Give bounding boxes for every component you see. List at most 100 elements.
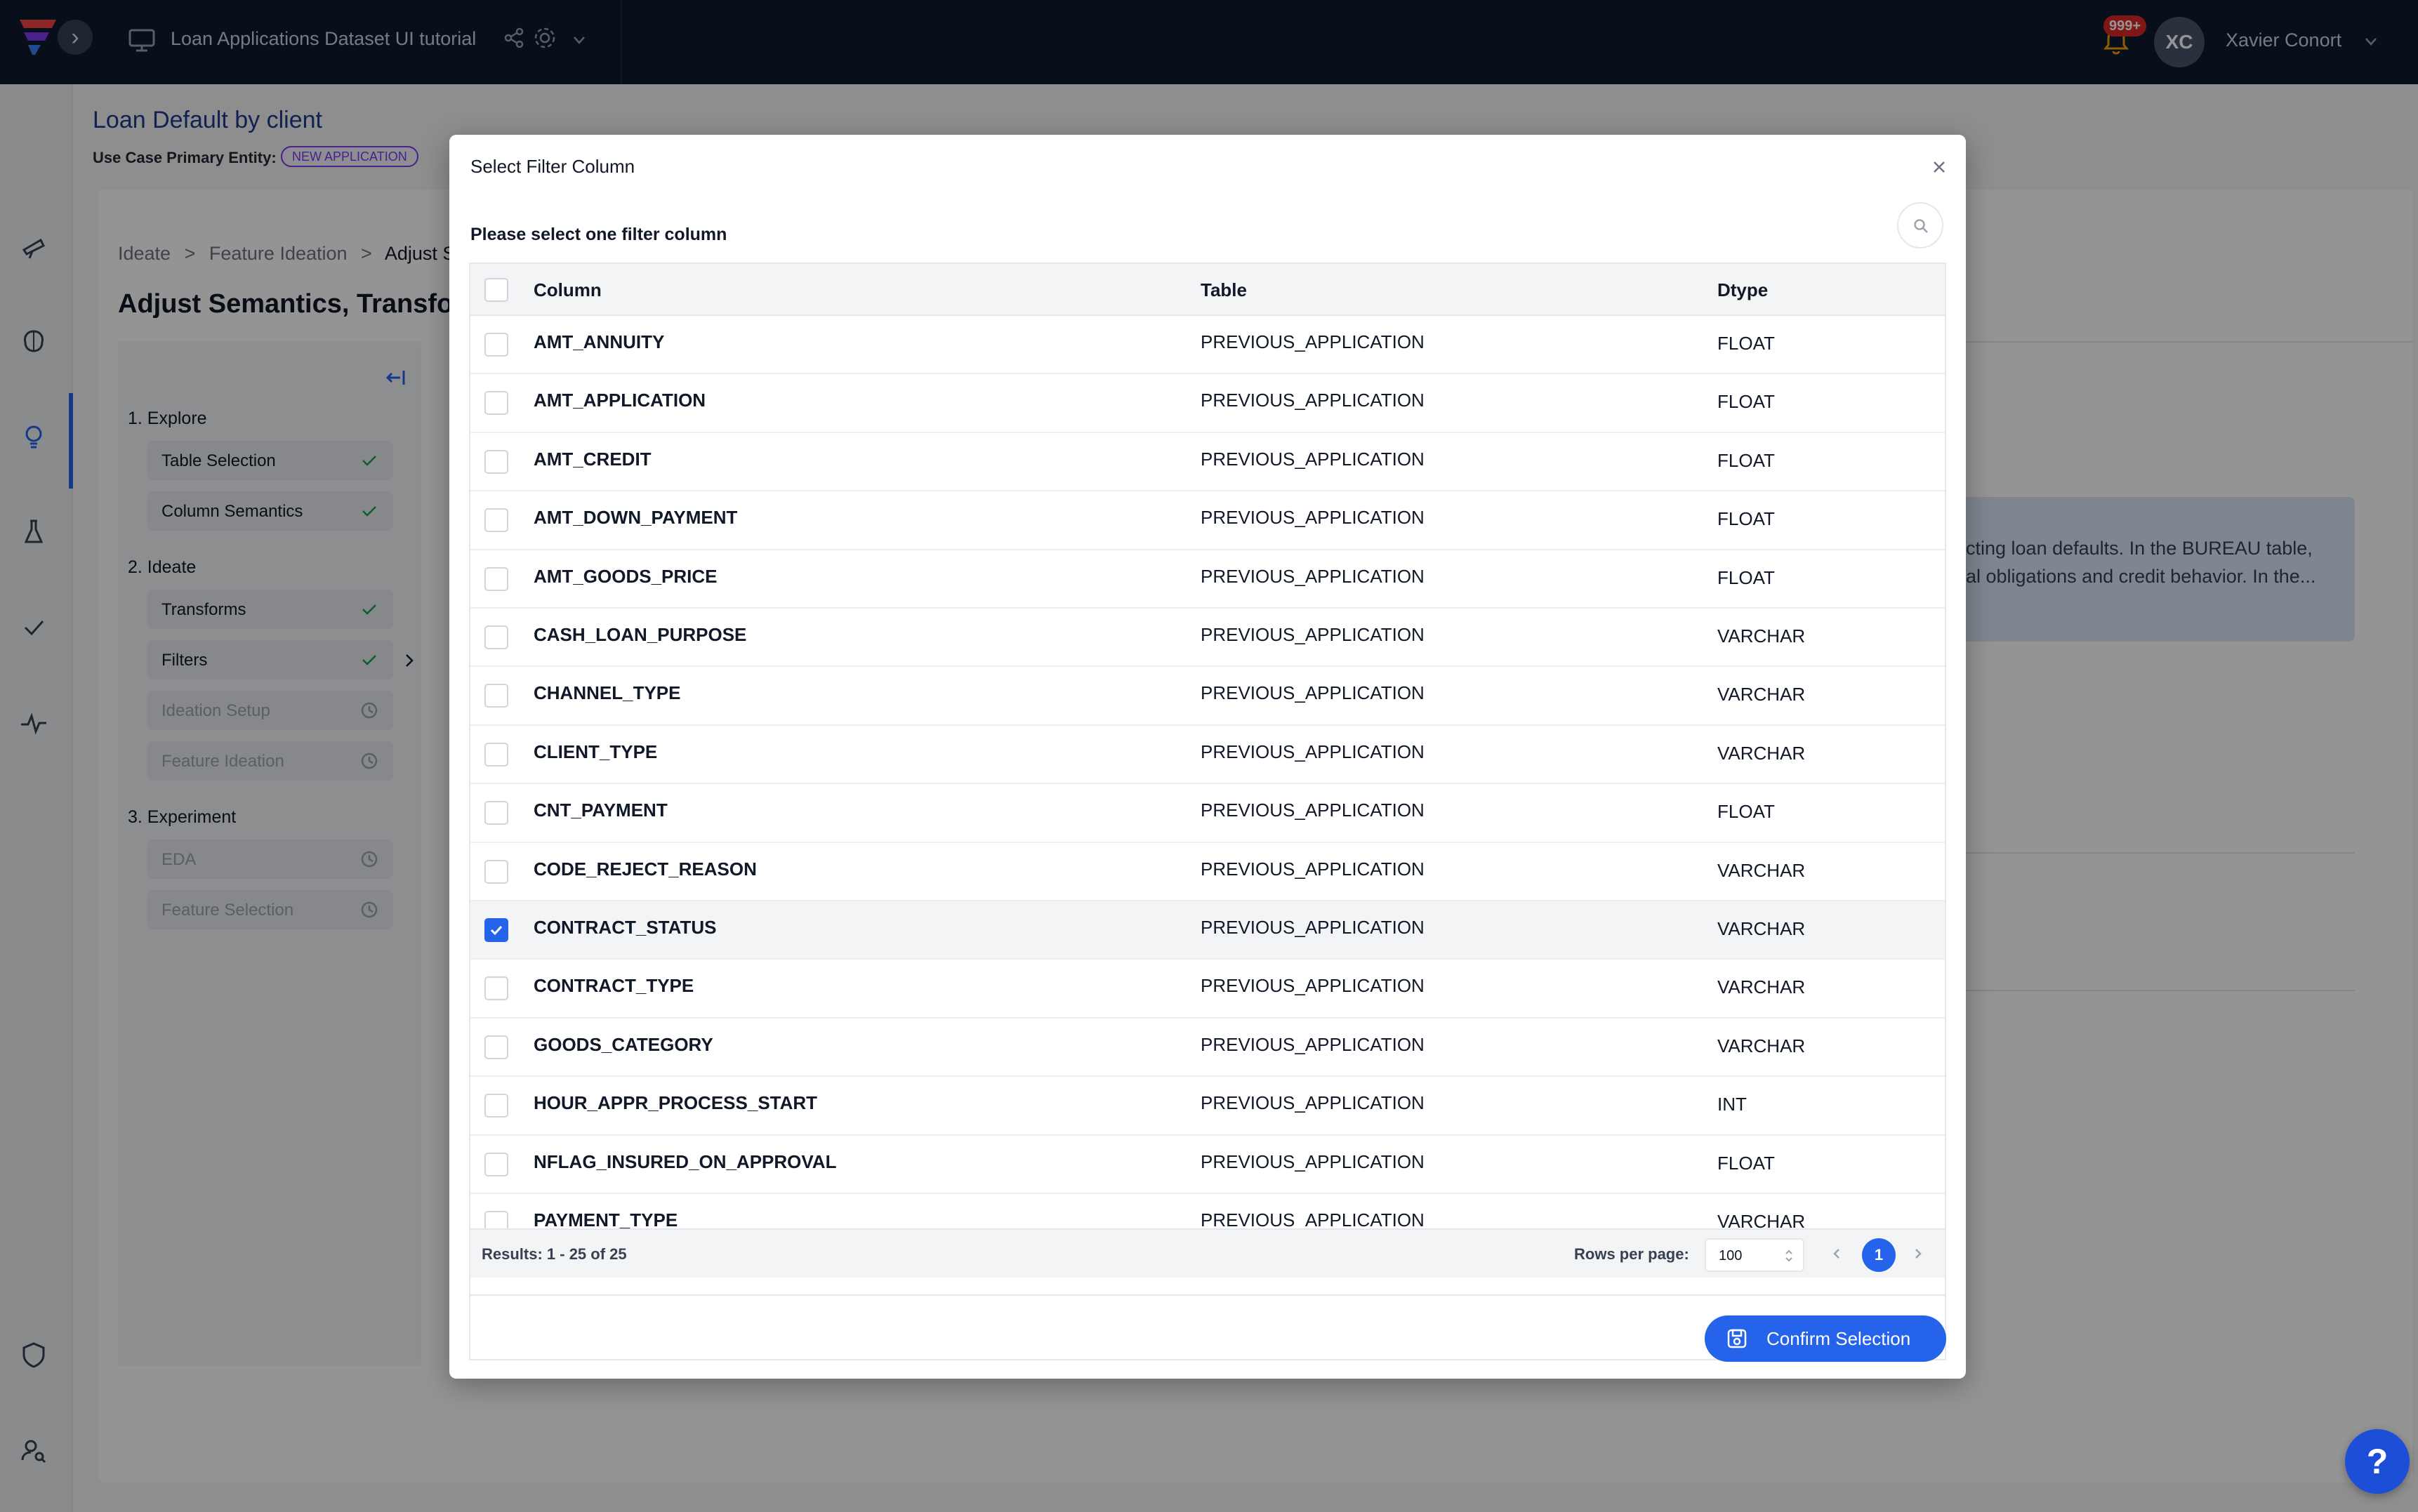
table-row[interactable]: GOODS_CATEGORY PREVIOUS_APPLICATION VARCHA… <box>470 1018 1945 1077</box>
confirm-selection-label: Confirm Selection <box>1766 1328 1911 1349</box>
cell-column-name: CONTRACT_TYPE <box>534 975 694 997</box>
chevron-right-icon[interactable] <box>1910 1245 1927 1262</box>
row-checkbox[interactable] <box>484 742 508 767</box>
cell-column-name: GOODS_CATEGORY <box>534 1033 713 1055</box>
cell-table-name: PREVIOUS_APPLICATION <box>1201 1209 1425 1228</box>
table-row[interactable]: HOUR_APPR_PROCESS_START PREVIOUS_APPLICAT… <box>470 1077 1945 1136</box>
cell-dtype: VARCHAR <box>1717 742 1806 764</box>
cell-table-name: PREVIOUS_APPLICATION <box>1201 624 1425 645</box>
cell-table-name: PREVIOUS_APPLICATION <box>1201 682 1425 704</box>
cell-column-name: CLIENT_TYPE <box>534 741 658 762</box>
modal-divider <box>469 1294 1946 1296</box>
table-row[interactable]: CASH_LOAN_PURPOSE PREVIOUS_APPLICATION VAR… <box>470 609 1945 668</box>
table-row[interactable]: AMT_GOODS_PRICE PREVIOUS_APPLICATION FLOAT <box>470 550 1945 609</box>
chevron-left-icon[interactable] <box>1828 1245 1845 1262</box>
table-row[interactable]: CLIENT_TYPE PREVIOUS_APPLICATION VARCHAR <box>470 725 1945 785</box>
table-row[interactable]: CNT_PAYMENT PREVIOUS_APPLICATION FLOAT <box>470 784 1945 843</box>
cell-column-name: NFLAG_INSURED_ON_APPROVAL <box>534 1150 837 1172</box>
header-column[interactable]: Column <box>534 279 602 301</box>
row-checkbox[interactable] <box>484 625 508 649</box>
cell-dtype: FLOAT <box>1717 508 1775 530</box>
cell-column-name: AMT_CREDIT <box>534 448 652 470</box>
row-checkbox[interactable] <box>484 1035 508 1059</box>
cell-dtype: VARCHAR <box>1717 1211 1806 1228</box>
cell-table-name: PREVIOUS_APPLICATION <box>1201 741 1425 762</box>
row-checkbox[interactable] <box>484 1211 508 1228</box>
header-dtype[interactable]: Dtype <box>1717 279 1768 301</box>
row-checkbox[interactable] <box>484 449 508 474</box>
cell-dtype: FLOAT <box>1717 449 1775 471</box>
help-button[interactable]: ? <box>2345 1429 2410 1494</box>
modal-subtitle: Please select one filter column <box>470 225 727 244</box>
header-table[interactable]: Table <box>1201 279 1247 301</box>
table-row[interactable]: CODE_REJECT_REASON PREVIOUS_APPLICATION VA… <box>470 842 1945 901</box>
cell-column-name: PAYMENT_TYPE <box>534 1209 678 1228</box>
row-checkbox[interactable] <box>484 566 508 591</box>
cell-dtype: FLOAT <box>1717 391 1775 413</box>
cell-table-name: PREVIOUS_APPLICATION <box>1201 858 1425 880</box>
row-checkbox[interactable] <box>484 333 508 357</box>
row-checkbox[interactable] <box>484 1152 508 1176</box>
rows-per-page-value: 100 <box>1719 1248 1743 1264</box>
close-icon[interactable] <box>1929 157 1949 177</box>
cell-table-name: PREVIOUS_APPLICATION <box>1201 800 1425 821</box>
cell-dtype: VARCHAR <box>1717 859 1806 881</box>
cell-table-name: PREVIOUS_APPLICATION <box>1201 331 1425 352</box>
cell-dtype: VARCHAR <box>1717 1035 1806 1056</box>
row-checkbox[interactable] <box>484 918 508 942</box>
table-row[interactable]: CHANNEL_TYPE PREVIOUS_APPLICATION VARCHAR <box>470 667 1945 726</box>
row-checkbox[interactable] <box>484 801 508 825</box>
cell-column-name: HOUR_APPR_PROCESS_START <box>534 1092 818 1114</box>
table-row[interactable]: PAYMENT_TYPE PREVIOUS_APPLICATION VARCHAR <box>470 1194 1945 1228</box>
cell-table-name: PREVIOUS_APPLICATION <box>1201 1092 1425 1114</box>
cell-table-name: PREVIOUS_APPLICATION <box>1201 975 1425 997</box>
table-footer: Results: 1 - 25 of 25 Rows per page: 100… <box>470 1228 1945 1278</box>
cell-table-name: PREVIOUS_APPLICATION <box>1201 390 1425 411</box>
table-body: AMT_ANNUITY PREVIOUS_APPLICATION FLOAT AMT_… <box>470 316 1945 1228</box>
table-row[interactable]: AMT_DOWN_PAYMENT PREVIOUS_APPLICATION FLOA… <box>470 491 1945 550</box>
table-row[interactable]: AMT_CREDIT PREVIOUS_APPLICATION FLOAT <box>470 432 1945 492</box>
cell-table-name: PREVIOUS_APPLICATION <box>1201 565 1425 587</box>
cell-table-name: PREVIOUS_APPLICATION <box>1201 1033 1425 1055</box>
row-checkbox[interactable] <box>484 976 508 1001</box>
cell-column-name: AMT_DOWN_PAYMENT <box>534 507 738 529</box>
row-checkbox[interactable] <box>484 1094 508 1118</box>
row-checkbox[interactable] <box>484 508 508 533</box>
select-all-checkbox[interactable] <box>484 278 508 302</box>
cell-dtype: VARCHAR <box>1717 918 1806 939</box>
cell-column-name: AMT_ANNUITY <box>534 331 665 352</box>
results-count: Results: 1 - 25 of 25 <box>482 1245 627 1263</box>
cell-column-name: CASH_LOAN_PURPOSE <box>534 624 747 645</box>
cell-column-name: CONTRACT_STATUS <box>534 917 717 938</box>
cell-column-name: CNT_PAYMENT <box>534 800 668 821</box>
cell-table-name: PREVIOUS_APPLICATION <box>1201 507 1425 529</box>
confirm-selection-button[interactable]: Confirm Selection <box>1705 1315 1946 1362</box>
table-row[interactable]: NFLAG_INSURED_ON_APPROVAL PREVIOUS_APPLIC… <box>470 1135 1945 1194</box>
cell-dtype: FLOAT <box>1717 801 1775 823</box>
checkmark-icon <box>490 925 503 936</box>
search-button[interactable] <box>1897 202 1943 248</box>
cell-dtype: FLOAT <box>1717 566 1775 588</box>
cell-table-name: PREVIOUS_APPLICATION <box>1201 917 1425 938</box>
row-checkbox[interactable] <box>484 391 508 416</box>
cell-column-name: AMT_APPLICATION <box>534 390 706 411</box>
cell-dtype: INT <box>1717 1094 1747 1115</box>
cell-column-name: CHANNEL_TYPE <box>534 682 681 704</box>
cell-dtype: VARCHAR <box>1717 976 1806 998</box>
select-filter-column-modal: Select Filter Column Please select one f… <box>449 135 1966 1379</box>
table-header: Column Table Dtype <box>470 264 1945 316</box>
table-row[interactable]: AMT_ANNUITY PREVIOUS_APPLICATION FLOAT <box>470 316 1945 375</box>
table-row[interactable]: CONTRACT_TYPE PREVIOUS_APPLICATION VARCHAR <box>470 960 1945 1019</box>
rows-per-page-label: Rows per page: <box>1574 1245 1689 1263</box>
table-row[interactable]: AMT_APPLICATION PREVIOUS_APPLICATION FLOAT <box>470 374 1945 433</box>
cell-dtype: FLOAT <box>1717 1152 1775 1174</box>
modal-title: Select Filter Column <box>470 156 635 177</box>
save-icon <box>1727 1329 1747 1348</box>
column-table: Column Table Dtype AMT_ANNUITY PREVIOUS_A… <box>469 263 1946 1360</box>
page-button-current[interactable]: 1 <box>1862 1238 1896 1272</box>
row-checkbox[interactable] <box>484 859 508 884</box>
table-row[interactable]: CONTRACT_STATUS PREVIOUS_APPLICATION VARCH… <box>470 901 1945 960</box>
rows-per-page-select[interactable]: 100 <box>1705 1238 1804 1272</box>
row-checkbox[interactable] <box>484 684 508 708</box>
cell-column-name: CODE_REJECT_REASON <box>534 858 757 880</box>
